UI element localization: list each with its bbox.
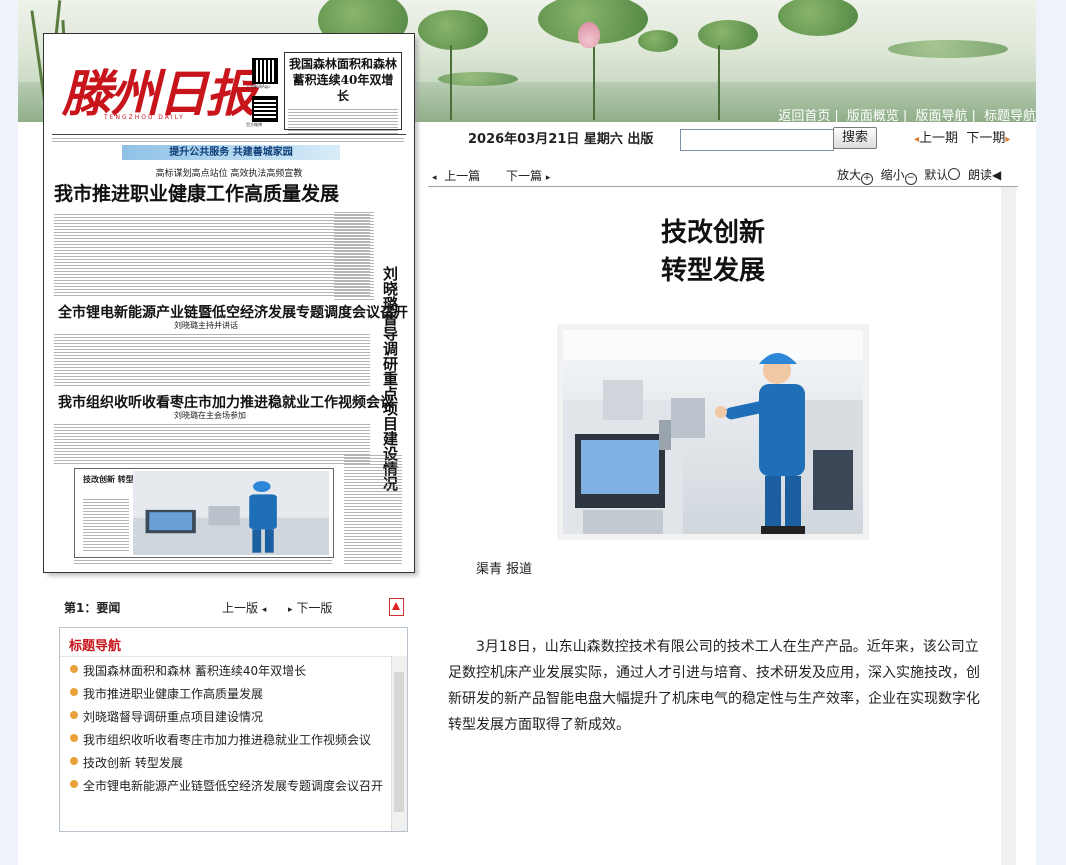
article-title-line-2: 转型发展 <box>660 256 765 286</box>
headline-main[interactable]: 我市推进职业健康工作高质量发展 <box>54 179 339 206</box>
subhead-2: 刘晓璐主持并讲话 <box>174 321 238 330</box>
teaser-body-text <box>288 108 398 134</box>
circle-icon <box>948 168 961 180</box>
link-title-nav[interactable]: 标题导航 <box>984 109 1036 124</box>
qr-code-icon <box>252 96 278 122</box>
plus-icon: + <box>861 173 874 185</box>
front-photo <box>133 471 329 555</box>
title-nav-scrollbar[interactable] <box>391 656 407 831</box>
side-body-text <box>334 210 374 300</box>
qr-label-1: 上游新闻App <box>246 84 270 89</box>
default-size-button[interactable]: 默认 <box>924 168 961 182</box>
article-body-text <box>54 424 370 464</box>
masthead-pinyin: TENGZHOU DAILY <box>104 114 185 121</box>
page-label: 第1：要闻 <box>64 601 121 615</box>
prev-article-link[interactable]: ◂ 上一篇 <box>432 167 480 184</box>
article-scrollbar[interactable] <box>1001 187 1016 865</box>
next-issue-arrow-icon: ▸ <box>1005 134 1011 145</box>
read-aloud-button[interactable]: 朗读◀︎ <box>968 168 1001 182</box>
title-nav-item[interactable]: 刘晓璐督导调研重点项目建设情况 <box>70 708 388 731</box>
zoom-out-button[interactable]: 缩小 − <box>881 168 917 185</box>
article-body-text <box>54 334 370 386</box>
prev-issue-link[interactable]: 上一期 <box>919 131 958 146</box>
link-home[interactable]: 返回首页 <box>778 109 830 124</box>
teaser-box[interactable]: 我国森林面积和森林蓄积连续40年双增长 <box>284 52 402 134</box>
title-nav-item[interactable]: 全市锂电新能源产业链暨低空经济发展专题调度会议召开 <box>70 777 388 800</box>
title-nav-item[interactable]: 我国森林面积和森林 蓄积连续40年双增长 <box>70 662 388 685</box>
issue-date: 2026年03月21日 星期六 出版 <box>468 132 654 147</box>
title-nav-item[interactable]: 我市组织收听收看枣庄市加力推进稳就业工作视频会议 <box>70 731 388 754</box>
right-arrow-icon: ▸ <box>545 173 551 183</box>
search-input[interactable] <box>680 129 834 151</box>
search-button[interactable]: 搜索 <box>833 127 877 149</box>
prev-page-link[interactable]: 上一版 ◂ <box>222 599 266 616</box>
bullet-icon <box>70 665 78 673</box>
next-issue-link[interactable]: 下一期 <box>966 131 1005 146</box>
caption-body-text <box>83 499 129 551</box>
link-page-overview[interactable]: 版面概览 <box>847 109 899 124</box>
article-title: 技改创新 转型发展 <box>560 214 866 290</box>
qr-label-2: 官方微博 <box>246 122 262 127</box>
title-nav-list: 我国森林面积和森林 蓄积连续40年双增长 我市推进职业健康工作高质量发展 刘晓璐… <box>70 662 388 800</box>
bullet-icon <box>70 780 78 788</box>
minus-icon: − <box>904 173 917 185</box>
top-links: 返回首页 | 版面概览 | 版面导航 | 标题导航 <box>778 109 1036 124</box>
link-page-nav[interactable]: 版面导航 <box>915 109 967 124</box>
next-page-link[interactable]: ▸ 下一版 <box>288 599 332 616</box>
speaker-icon: ◀︎ <box>991 168 1002 182</box>
right-arrow-icon: ▸ <box>288 605 293 615</box>
title-nav-panel: 标题导航 我国森林面积和森林 蓄积连续40年双增长 我市推进职业健康工作高质量发… <box>59 627 408 832</box>
reading-tools: 放大 + 缩小 − 默认 朗读◀︎ <box>837 166 1001 185</box>
byline: 渠青 报道 <box>476 562 533 577</box>
issue-nav: ◂上一期 下一期▸ <box>914 127 1010 146</box>
article-title-line-1: 技改创新 <box>660 218 765 248</box>
teaser-title: 我国森林面积和森林蓄积连续40年双增长 <box>288 57 397 103</box>
zoom-in-button[interactable]: 放大 + <box>837 168 874 185</box>
article-divider <box>428 186 1018 187</box>
front-photo-box[interactable]: 技改创新 转型发展 <box>74 468 334 558</box>
bullet-icon <box>70 711 78 719</box>
headline-3[interactable]: 我市组织收听收看枣庄市加力推进稳就业工作视频会议 <box>58 392 394 412</box>
article-body: 3月18日，山东山森数控技术有限公司的技术工人在生产产品。近年来，该公司立足数控… <box>448 639 980 733</box>
bullet-icon <box>70 757 78 765</box>
subhead-3: 刘晓璐在主会场参加 <box>174 411 246 420</box>
side-body-text <box>344 454 402 564</box>
left-arrow-icon: ◂ <box>261 605 267 615</box>
photo-credit-text <box>74 558 332 564</box>
title-nav-item[interactable]: 我市推进职业健康工作高质量发展 <box>70 685 388 708</box>
next-article-link[interactable]: 下一篇 ▸ <box>506 167 550 184</box>
bullet-icon <box>70 688 78 696</box>
tagline-band: 提升公共服务 共建善城家园 <box>122 145 340 160</box>
pdf-icon[interactable] <box>389 598 404 616</box>
headline-2[interactable]: 全市锂电新能源产业链暨低空经济发展专题调度会议召开 <box>58 302 408 322</box>
title-nav-heading: 标题导航 <box>69 639 122 654</box>
qr-code-icon <box>252 58 278 84</box>
title-nav-item[interactable]: 技改创新 转型发展 <box>70 754 388 777</box>
dateline-strip <box>52 136 404 142</box>
left-arrow-icon: ◂ <box>432 173 437 183</box>
article-photo <box>557 324 869 540</box>
front-page-thumbnail[interactable]: 滕州日报 TENGZHOU DAILY 上游新闻App 官方微博 我国森林面积和… <box>43 33 415 573</box>
article-body-text <box>54 212 370 296</box>
bullet-icon <box>70 734 78 742</box>
pre-headline: 高标谋划高点站位 高效执法高频宣教 <box>155 169 303 179</box>
